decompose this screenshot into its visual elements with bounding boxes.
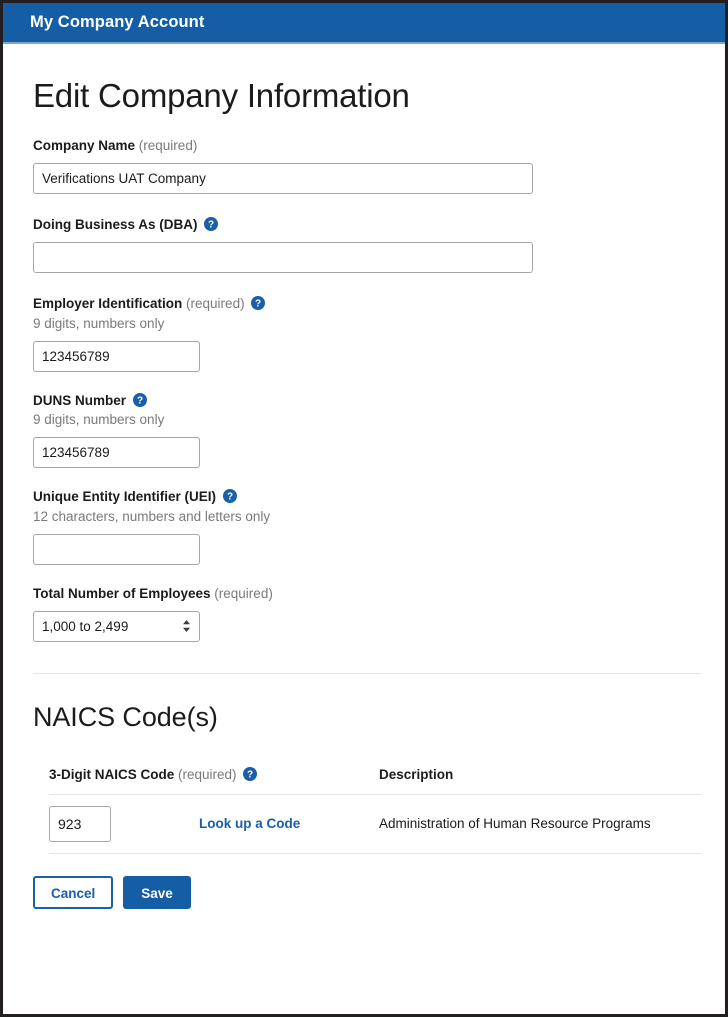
ein-input[interactable] [33, 340, 200, 372]
employees-label-text: Total Number of Employees [33, 586, 211, 601]
naics-code-input[interactable] [49, 805, 111, 842]
company-name-label-text: Company Name [33, 138, 136, 153]
company-name-label: Company Name (required) [33, 138, 701, 155]
employees-select[interactable]: 1,000 to 2,499 [33, 610, 200, 642]
naics-table: 3-Digit NAICS Code (required) ? Descript… [49, 766, 701, 854]
duns-label-text: DUNS Number [33, 392, 127, 408]
naics-column-description-header: Description [379, 766, 454, 782]
svg-text:?: ? [255, 298, 261, 309]
uei-hint: 12 characters, numbers and letters only [33, 509, 271, 525]
help-circle-icon[interactable]: ? [204, 216, 219, 231]
field-total-employees: Total Number of Employees (required) 1,0… [29, 586, 701, 642]
ein-label-text: Employer Identification [33, 295, 183, 311]
dba-label-text: Doing Business As (DBA) [33, 216, 198, 232]
naics-section-title: NAICS Code(s) [33, 701, 218, 732]
dba-label: Doing Business As (DBA) ? [33, 216, 701, 234]
uei-label: Unique Entity Identifier (UEI) ? [33, 489, 701, 506]
help-circle-icon[interactable]: ? [243, 766, 258, 781]
field-uei: Unique Entity Identifier (UEI) ? 12 char… [29, 489, 701, 565]
duns-input[interactable] [33, 437, 200, 469]
employees-required-text: (required) [214, 586, 273, 601]
svg-text:?: ? [208, 219, 214, 230]
naics-table-header: 3-Digit NAICS Code (required) ? Descript… [49, 766, 701, 794]
company-name-required-text: (required) [138, 138, 198, 153]
svg-text:?: ? [137, 395, 143, 406]
help-circle-icon[interactable]: ? [222, 489, 237, 504]
field-duns: DUNS Number ? 9 digits, numbers only [29, 392, 701, 469]
uei-input[interactable] [33, 534, 200, 565]
app-header-bar: My Company Account [3, 3, 725, 44]
app-window: My Company Account Edit Company Informat… [0, 0, 728, 1017]
naics-code-cell: Look up a Code [49, 805, 379, 842]
page-content: Edit Company Information Company Name (r… [3, 77, 725, 909]
naics-column-code-header: 3-Digit NAICS Code (required) ? [49, 766, 379, 782]
field-company-name: Company Name (required) [29, 138, 701, 194]
cancel-button[interactable]: Cancel [33, 875, 114, 909]
svg-text:?: ? [247, 769, 253, 780]
look-up-a-code-link[interactable]: Look up a Code [199, 816, 300, 831]
uei-label-text: Unique Entity Identifier (UEI) [33, 489, 217, 505]
help-circle-icon[interactable]: ? [251, 295, 266, 310]
svg-text:?: ? [227, 492, 233, 503]
duns-label: DUNS Number ? [33, 392, 701, 410]
field-ein: Employer Identification (required) ? 9 d… [29, 295, 701, 372]
section-divider [33, 672, 701, 674]
ein-hint: 9 digits, numbers only [33, 315, 165, 331]
naics-code-header-text: 3-Digit NAICS Code [49, 766, 175, 782]
naics-code-required-text: (required) [178, 766, 237, 782]
naics-description-cell: Administration of Human Resource Program… [379, 816, 651, 832]
duns-hint: 9 digits, numbers only [33, 412, 165, 428]
ein-label: Employer Identification (required) ? [33, 295, 701, 313]
save-button[interactable]: Save [123, 875, 191, 909]
company-name-input[interactable] [33, 162, 533, 194]
table-row: Look up a Code Administration of Human R… [49, 793, 701, 854]
form-actions: Cancel Save [33, 875, 701, 909]
app-title: My Company Account [30, 13, 205, 31]
field-dba: Doing Business As (DBA) ? [29, 216, 701, 273]
dba-input[interactable] [33, 241, 533, 273]
help-circle-icon[interactable]: ? [132, 392, 147, 407]
ein-required-text: (required) [186, 295, 245, 311]
employees-label: Total Number of Employees (required) [33, 586, 701, 603]
employees-select-wrapper: 1,000 to 2,499 [33, 610, 200, 642]
page-title: Edit Company Information [33, 77, 410, 114]
